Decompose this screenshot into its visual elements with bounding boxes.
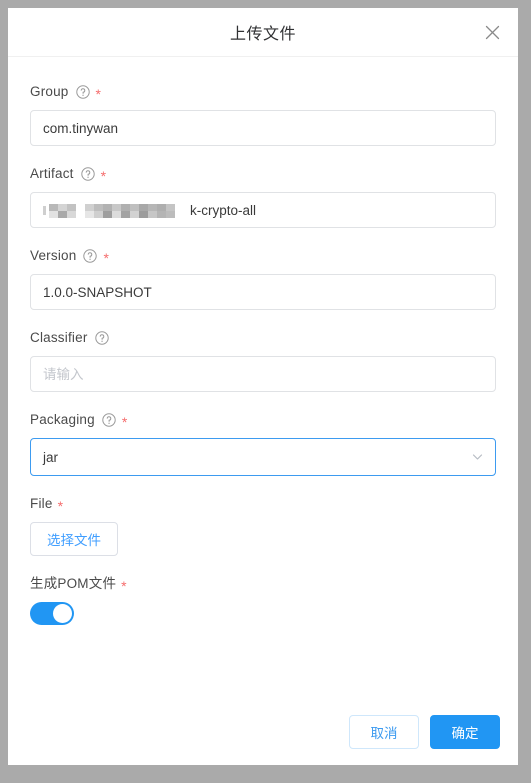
help-circle-icon[interactable]	[94, 331, 109, 345]
version-required-marker: *	[103, 250, 109, 266]
file-required-marker: *	[57, 498, 64, 514]
dialog-footer: 取消 确定	[8, 702, 518, 765]
form-item-version: Version *	[30, 247, 496, 310]
help-circle-icon[interactable]	[75, 85, 90, 99]
version-input[interactable]	[30, 274, 496, 310]
packaging-select[interactable]: jar	[30, 438, 496, 476]
confirm-button[interactable]: 确定	[430, 715, 500, 749]
version-label-text: Version	[30, 248, 77, 263]
form-item-packaging: Packaging * jar	[30, 411, 496, 476]
help-circle-icon[interactable]	[80, 167, 95, 181]
file-label-text: File	[30, 496, 53, 511]
form-item-classifier: Classifier	[30, 329, 496, 392]
close-icon[interactable]	[480, 20, 504, 44]
generate-pom-label: 生成POM文件 *	[30, 575, 496, 593]
file-label: File *	[30, 495, 496, 513]
dialog-body: Group * Artifact	[8, 57, 518, 702]
artifact-label: Artifact *	[30, 165, 496, 183]
packaging-label-text: Packaging	[30, 412, 95, 427]
form-item-file: File * 选择文件	[30, 495, 496, 556]
packaging-selected-value: jar	[43, 449, 59, 465]
redaction-mosaic	[43, 203, 189, 218]
packaging-required-marker: *	[121, 414, 128, 430]
upload-file-dialog: 上传文件 Group * com.tinywan Artifact * k-cr…	[8, 8, 518, 765]
group-input[interactable]	[30, 110, 496, 146]
help-circle-icon[interactable]	[102, 413, 116, 427]
version-label: Version *	[30, 247, 496, 265]
classifier-label: Classifier	[30, 329, 496, 347]
generate-pom-label-text: 生成POM文件	[30, 576, 117, 591]
artifact-input[interactable]: k-crypto-all	[30, 192, 496, 228]
generate-pom-required-marker: *	[121, 578, 127, 594]
artifact-visible-tail: k-crypto-all	[190, 202, 257, 218]
choose-file-button[interactable]: 选择文件	[30, 522, 118, 556]
classifier-input[interactable]	[30, 356, 496, 392]
generate-pom-toggle[interactable]	[30, 602, 74, 625]
cancel-button[interactable]: 取消	[349, 715, 419, 749]
help-circle-icon[interactable]	[83, 249, 98, 263]
chevron-down-icon[interactable]	[471, 451, 484, 464]
classifier-label-text: Classifier	[30, 330, 88, 345]
artifact-label-text: Artifact	[30, 166, 74, 181]
artifact-required-marker: *	[100, 168, 107, 184]
group-required-marker: *	[95, 86, 101, 102]
packaging-label: Packaging *	[30, 411, 496, 429]
form-item-generate-pom: 生成POM文件 *	[30, 575, 496, 625]
dialog-title: 上传文件	[229, 26, 296, 43]
form-item-artifact: Artifact * k-crypto-all	[30, 165, 496, 228]
dialog-header: 上传文件	[8, 8, 518, 57]
form-item-group: Group *	[30, 83, 496, 146]
toggle-knob	[53, 604, 72, 623]
group-label: Group *	[30, 83, 496, 101]
group-label-text: Group	[30, 84, 69, 99]
